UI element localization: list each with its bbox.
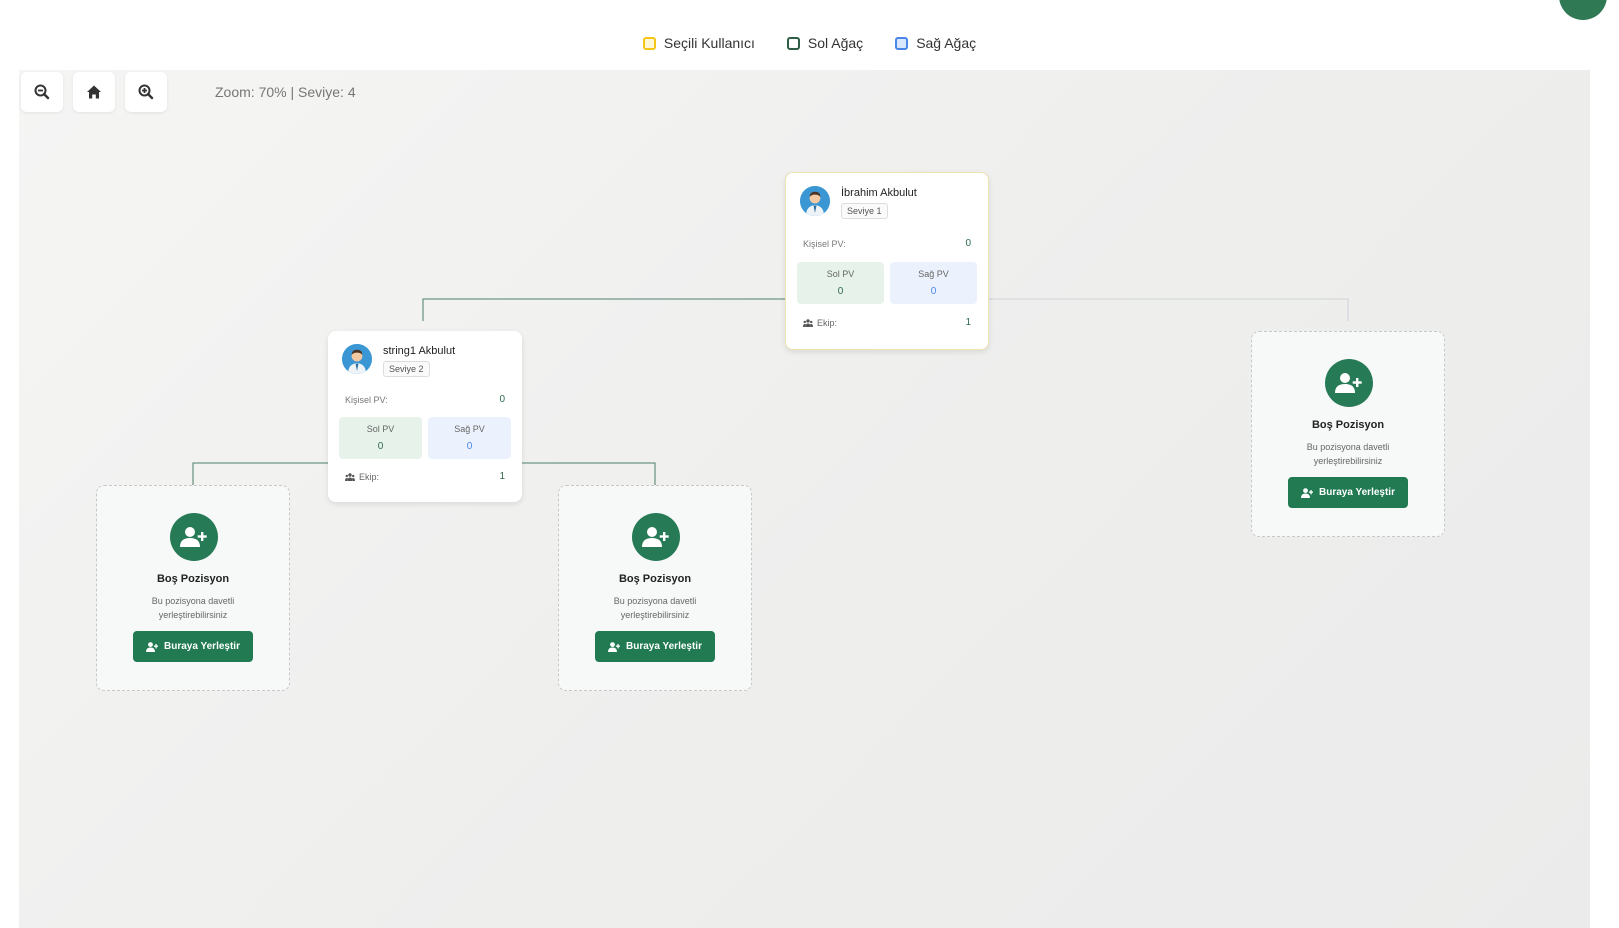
left-pv-value: 0	[837, 286, 844, 297]
member-card-root[interactable]: İbrahim Akbulut Seviye 1 Kişisel PV: 0 S…	[785, 172, 989, 350]
legend-left-tree: Sol Ağaç	[786, 35, 864, 51]
avatar	[800, 186, 830, 216]
add-user-icon	[1301, 487, 1313, 498]
member-name: İbrahim Akbulut	[841, 187, 917, 199]
floating-action-button[interactable]	[1559, 0, 1607, 20]
slot-description: Bu pozisyona davetli yerleştirebilirsini…	[1306, 442, 1390, 466]
right-pv-label: Sağ PV	[918, 269, 949, 279]
slot-description: Bu pozisyona davetli yerleştirebilirsini…	[151, 596, 235, 620]
avatar	[342, 344, 372, 374]
user-avatar-icon	[342, 344, 372, 374]
team-icon	[345, 473, 355, 481]
right-pv-value: 0	[930, 286, 937, 297]
user-avatar-icon	[800, 186, 830, 216]
team-row: Ekip:	[803, 318, 837, 328]
level-badge: Seviye 2	[383, 361, 430, 377]
slot-description: Bu pozisyona davetli yerleştirebilirsini…	[613, 596, 697, 620]
legend-right-tree: Sağ Ağaç	[895, 35, 976, 51]
tree-canvas[interactable]: Zoom: 70% | Seviye: 4 İbrahim Akbulut Se…	[19, 70, 1590, 928]
team-label: Ekip:	[817, 318, 838, 328]
team-label: Ekip:	[359, 472, 380, 482]
add-user-icon	[170, 513, 218, 561]
empty-slot-child-right: Boş Pozisyon Bu pozisyona davetli yerleş…	[558, 485, 752, 691]
add-user-icon	[1325, 359, 1373, 407]
connector-child-right	[522, 462, 656, 485]
left-pv-label: Sol PV	[366, 424, 395, 434]
tree-legend: Seçili Kullanıcı Sol Ağaç Sağ Ağaç	[0, 35, 1619, 51]
member-name: string1 Akbulut	[383, 345, 456, 357]
add-user-icon	[608, 641, 620, 652]
connector-root-left	[422, 298, 804, 321]
personal-pv-label: Kişisel PV:	[803, 239, 846, 249]
personal-pv-label: Kişisel PV:	[345, 395, 388, 405]
place-here-label: Buraya Yerleştir	[164, 641, 240, 652]
slot-title: Boş Pozisyon	[1311, 419, 1385, 431]
legend-swatch-blue	[895, 36, 909, 50]
level-badge: Seviye 1	[841, 203, 888, 219]
left-pv-label: Sol PV	[826, 269, 855, 279]
legend-swatch-yellow	[642, 36, 656, 50]
place-here-button[interactable]: Buraya Yerleştir	[595, 631, 715, 662]
legend-label: Sol Ağaç	[807, 35, 864, 51]
connector-root-right	[986, 298, 1349, 321]
place-here-button[interactable]: Buraya Yerleştir	[1288, 477, 1408, 508]
team-value: 1	[499, 471, 505, 482]
left-pv-value: 0	[377, 441, 384, 452]
slot-title: Boş Pozisyon	[618, 573, 692, 585]
legend-swatch-green	[786, 36, 800, 50]
place-here-label: Buraya Yerleştir	[626, 641, 702, 652]
empty-slot-child-left: Boş Pozisyon Bu pozisyona davetli yerleş…	[96, 485, 290, 691]
place-here-button[interactable]: Buraya Yerleştir	[133, 631, 253, 662]
team-row: Ekip:	[345, 472, 379, 482]
team-value: 1	[965, 317, 971, 328]
legend-label: Seçili Kullanıcı	[663, 35, 755, 51]
right-pv-box: Sağ PV 0	[890, 262, 977, 304]
right-pv-label: Sağ PV	[454, 424, 485, 434]
pv-split: Sol PV 0 Sağ PV 0	[797, 262, 977, 304]
legend-selected-user: Seçili Kullanıcı	[642, 35, 755, 51]
personal-pv-value: 0	[965, 238, 971, 249]
slot-title: Boş Pozisyon	[156, 573, 230, 585]
place-here-label: Buraya Yerleştir	[1319, 487, 1395, 498]
add-user-icon	[632, 513, 680, 561]
left-pv-box: Sol PV 0	[797, 262, 884, 304]
empty-slot-root-right: Boş Pozisyon Bu pozisyona davetli yerleş…	[1251, 331, 1445, 537]
left-pv-box: Sol PV 0	[339, 417, 422, 459]
team-icon	[803, 319, 813, 327]
right-pv-box: Sağ PV 0	[428, 417, 511, 459]
personal-pv-value: 0	[499, 394, 505, 405]
right-pv-value: 0	[466, 441, 473, 452]
add-user-icon	[146, 641, 158, 652]
member-card-left[interactable]: string1 Akbulut Seviye 2 Kişisel PV: 0 S…	[328, 331, 522, 502]
connector-child-left	[192, 462, 328, 485]
legend-label: Sağ Ağaç	[916, 35, 977, 51]
pv-split: Sol PV 0 Sağ PV 0	[339, 417, 511, 459]
